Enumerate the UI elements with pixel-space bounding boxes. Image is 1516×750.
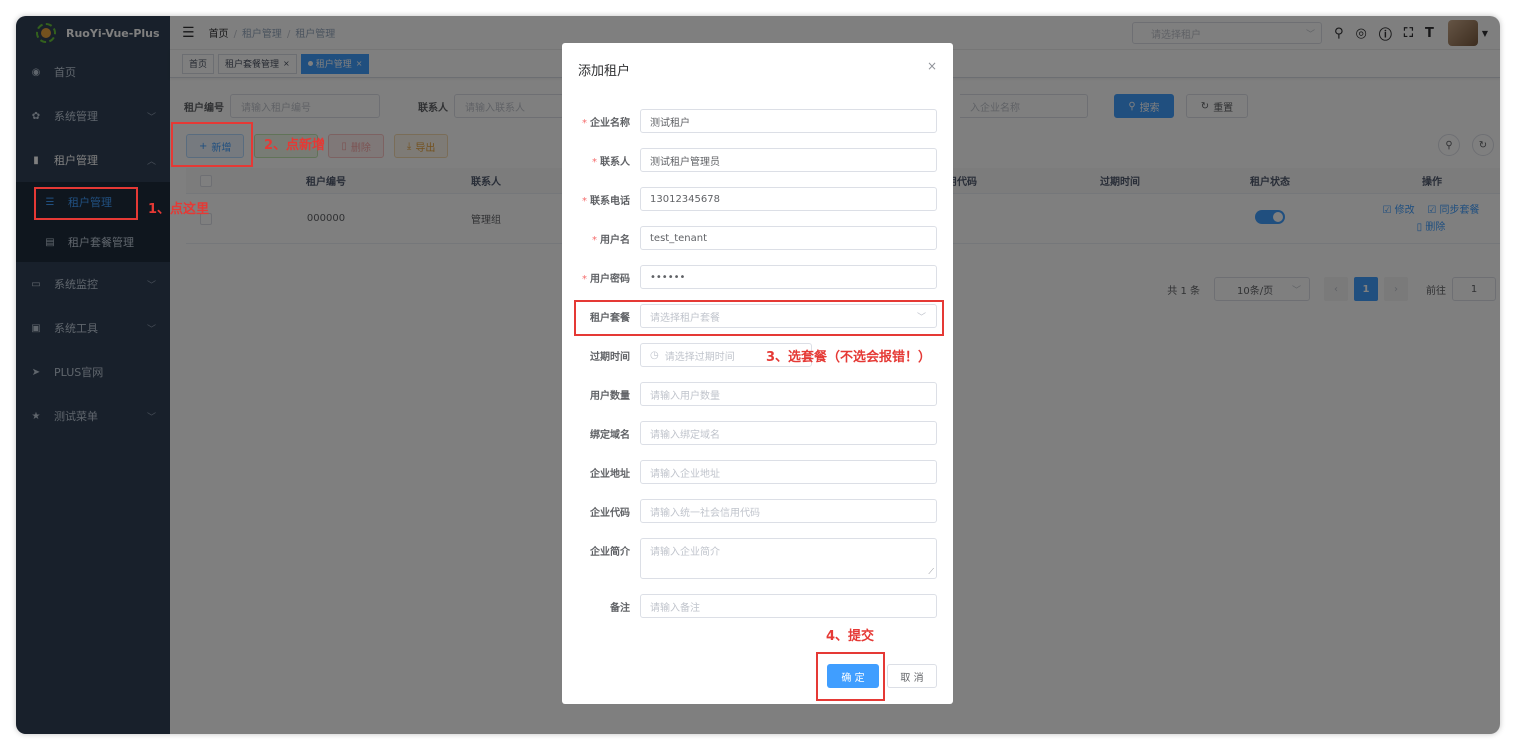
placeholder: 请输入企业简介 bbox=[650, 547, 720, 558]
label-text: 企业地址 bbox=[590, 468, 630, 480]
label-text: 用户数量 bbox=[590, 390, 630, 402]
phone-field[interactable]: 13012345678 bbox=[640, 187, 937, 211]
cancel-button[interactable]: 取 消 bbox=[887, 664, 937, 688]
form-label: 企业代码 bbox=[562, 504, 640, 519]
form-row-user-count: 用户数量 请输入用户数量 bbox=[562, 382, 953, 406]
field-value: 测试租户 bbox=[650, 117, 690, 129]
username-field[interactable]: test_tenant bbox=[640, 226, 937, 250]
close-icon[interactable]: × bbox=[927, 59, 937, 73]
field-value: test_tenant bbox=[650, 232, 708, 244]
field-value: 13012345678 bbox=[650, 193, 720, 205]
label-text: 绑定域名 bbox=[590, 429, 630, 441]
form-row-address: 企业地址 请输入企业地址 bbox=[562, 460, 953, 484]
annotation-box-step1 bbox=[34, 187, 138, 220]
annotation-step2: 2、点新增 bbox=[264, 138, 326, 153]
placeholder: 请选择过期时间 bbox=[664, 351, 735, 363]
domain-field[interactable]: 请输入绑定域名 bbox=[640, 421, 937, 445]
label-text: 过期时间 bbox=[590, 351, 630, 363]
annotation-box-step3 bbox=[574, 300, 944, 336]
annotation-step3: 3、选套餐（不选会报错！） bbox=[766, 350, 932, 365]
company-name-field[interactable]: 测试租户 bbox=[640, 109, 937, 133]
add-tenant-dialog: 添加租户 × * 企业名称 测试租户 * 联系人 测试租户管理员 * 联系电话 130… bbox=[562, 43, 953, 704]
form-row-domain: 绑定域名 请输入绑定域名 bbox=[562, 421, 953, 445]
dialog-title: 添加租户 bbox=[578, 64, 631, 79]
form-label: * 用户密码 bbox=[582, 273, 630, 285]
intro-textarea[interactable]: 请输入企业简介 ⟋ bbox=[640, 538, 937, 579]
resize-handle-icon[interactable]: ⟋ bbox=[928, 567, 934, 577]
form-label: * 联系人 bbox=[592, 156, 630, 168]
label-text: 备注 bbox=[610, 602, 630, 614]
clock-icon: ◷ bbox=[650, 349, 659, 361]
placeholder: 请输入绑定域名 bbox=[650, 429, 720, 441]
label-text: 企业代码 bbox=[590, 507, 630, 519]
form-label: 企业简介 bbox=[562, 538, 640, 558]
button-label: 取 消 bbox=[900, 672, 924, 684]
form-label: * 企业名称 bbox=[582, 117, 630, 129]
password-field[interactable]: •••••• bbox=[640, 265, 937, 289]
form-label: * 联系电话 bbox=[582, 195, 630, 207]
placeholder: 请输入备注 bbox=[650, 602, 700, 614]
label-text: 用户名 bbox=[600, 234, 630, 246]
annotation-step1: 1、点这里 bbox=[148, 202, 210, 217]
form-label: 企业地址 bbox=[562, 465, 640, 480]
address-field[interactable]: 请输入企业地址 bbox=[640, 460, 937, 484]
form-row-intro: 企业简介 请输入企业简介 ⟋ bbox=[562, 538, 953, 579]
form-row-password: * 用户密码 •••••• bbox=[562, 265, 953, 289]
form-row-remark: 备注 请输入备注 bbox=[562, 594, 953, 618]
annotation-box-step4 bbox=[816, 652, 885, 701]
form-label: 过期时间 bbox=[562, 348, 640, 363]
form-label: 绑定域名 bbox=[562, 426, 640, 441]
form-row-code: 企业代码 请输入统一社会信用代码 bbox=[562, 499, 953, 523]
form-label: 用户数量 bbox=[562, 387, 640, 402]
label-text: 企业名称 bbox=[590, 117, 630, 129]
label-text: 联系人 bbox=[600, 156, 630, 168]
label-text: 联系电话 bbox=[590, 195, 630, 207]
form-label: 备注 bbox=[562, 599, 640, 614]
annotation-step4: 4、提交 bbox=[826, 629, 875, 644]
form-row-contact: * 联系人 测试租户管理员 bbox=[562, 148, 953, 172]
form-row-phone: * 联系电话 13012345678 bbox=[562, 187, 953, 211]
form-row-username: * 用户名 test_tenant bbox=[562, 226, 953, 250]
placeholder: 请输入企业地址 bbox=[650, 468, 720, 480]
form-label: * 用户名 bbox=[592, 234, 630, 246]
remark-field[interactable]: 请输入备注 bbox=[640, 594, 937, 618]
label-text: 用户密码 bbox=[590, 273, 630, 285]
user-count-field[interactable]: 请输入用户数量 bbox=[640, 382, 937, 406]
field-value: 测试租户管理员 bbox=[650, 156, 720, 168]
form-row-company-name: * 企业名称 测试租户 bbox=[562, 109, 953, 133]
credit-code-field[interactable]: 请输入统一社会信用代码 bbox=[640, 499, 937, 523]
app-window: RuoYi-Vue-Plus ◉ 首页 ✿ 系统管理 ﹀ ▮ 租户管理 ︿ ☰ … bbox=[16, 16, 1500, 734]
placeholder: 请输入统一社会信用代码 bbox=[650, 507, 760, 519]
field-value: •••••• bbox=[650, 271, 686, 283]
label-text: 企业简介 bbox=[590, 547, 630, 558]
placeholder: 请输入用户数量 bbox=[650, 390, 720, 402]
annotation-box-step2 bbox=[171, 122, 253, 167]
contact-field[interactable]: 测试租户管理员 bbox=[640, 148, 937, 172]
